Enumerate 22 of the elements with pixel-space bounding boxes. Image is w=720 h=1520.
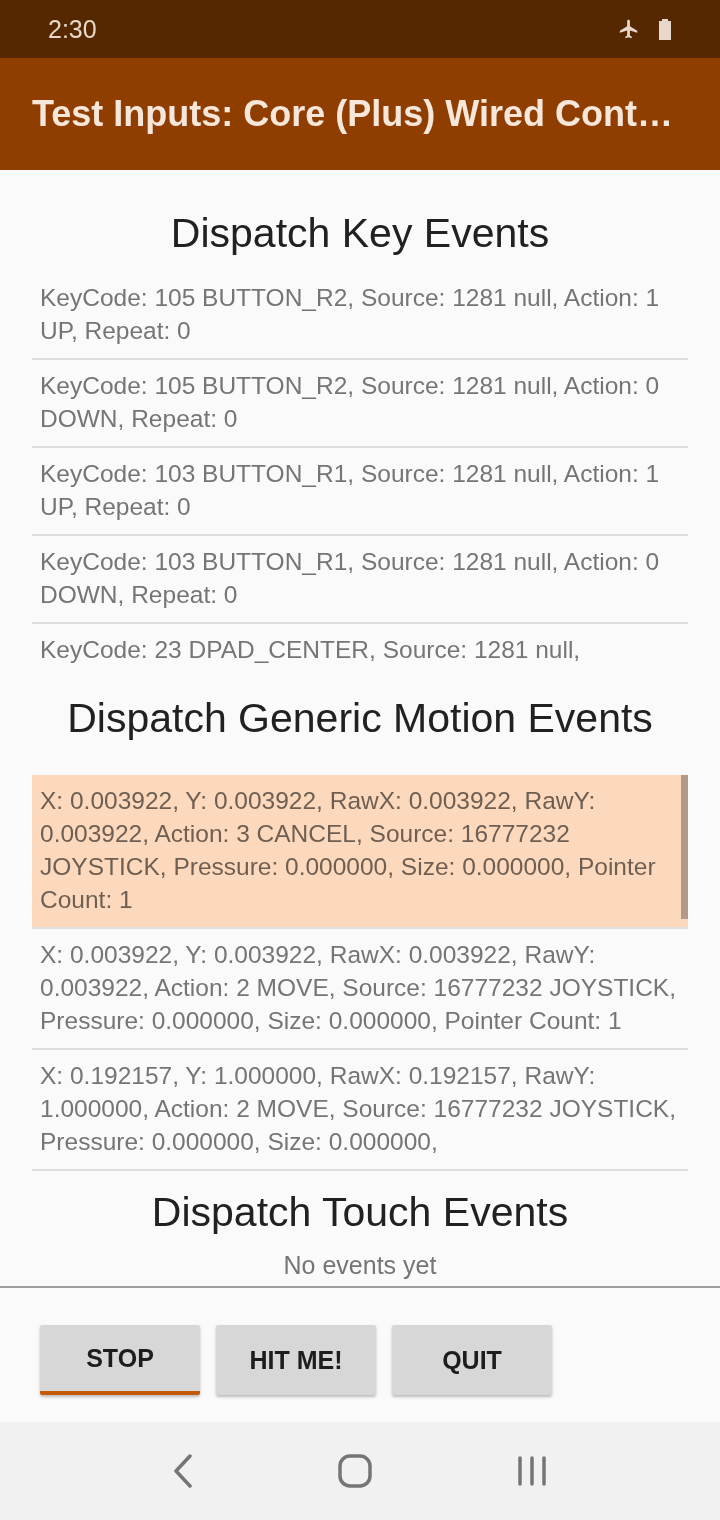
section-heading: Dispatch Touch Events — [150, 1188, 570, 1237]
section-heading: Dispatch Key Events — [169, 209, 551, 258]
action-button[interactable]: HIT ME! — [216, 1325, 376, 1395]
event-item[interactable]: X: 0.003922, Y: 0.003922, RawX: 0.003922, RawY: 0.003922, Action: 3 CANCEL, Source: 16777232 JOYSTICK, Pressure: 0.000000, Size: 0.000000, Pointer Count: 1 — [32, 775, 688, 929]
action-button[interactable]: STOP — [40, 1325, 200, 1395]
home-icon[interactable] — [338, 1454, 372, 1488]
back-icon[interactable] — [172, 1454, 193, 1488]
event-item[interactable]: X: 0.003922, Y: 0.003922, RawX: 0.003922, RawY: 0.003922, Action: 2 MOVE, Source: 16777232 JOYSTICK, Pressure: 0.000000, Size: 0.000000, Pointer Count: 1 — [32, 929, 688, 1050]
status-time: 2:30 — [48, 14, 97, 44]
app-title: Test Inputs: Core (Plus) Wired Cont… — [32, 93, 673, 135]
event-item[interactable]: KeyCode: 23 DPAD_CENTER, Source: 1281 null, — [32, 624, 688, 677]
empty-message: No events yet — [0, 1251, 720, 1288]
event-item[interactable]: KeyCode: 105 BUTTON_R2, Source: 1281 null, Action: 1 UP, Repeat: 0 — [32, 272, 688, 360]
airplane-mode-icon — [618, 18, 640, 40]
recents-icon[interactable] — [517, 1456, 548, 1486]
battery-icon — [658, 18, 672, 40]
action-button[interactable]: QUIT — [392, 1325, 552, 1395]
section-heading: Dispatch Generic Motion Events — [66, 694, 654, 743]
event-item[interactable]: X: 0.192157, Y: 1.000000, RawX: 0.192157, RawY: 1.000000, Action: 2 MOVE, Source: 16777232 JOYSTICK, Pressure: 0.000000, Size: 0.000000, — [32, 1050, 688, 1171]
event-item[interactable]: KeyCode: 105 BUTTON_R2, Source: 1281 null, Action: 0 DOWN, Repeat: 0 — [32, 360, 688, 448]
event-item[interactable]: KeyCode: 103 BUTTON_R1, Source: 1281 null, Action: 1 UP, Repeat: 0 — [32, 448, 688, 536]
event-item[interactable]: KeyCode: 103 BUTTON_R1, Source: 1281 null, Action: 0 DOWN, Repeat: 0 — [32, 536, 688, 624]
